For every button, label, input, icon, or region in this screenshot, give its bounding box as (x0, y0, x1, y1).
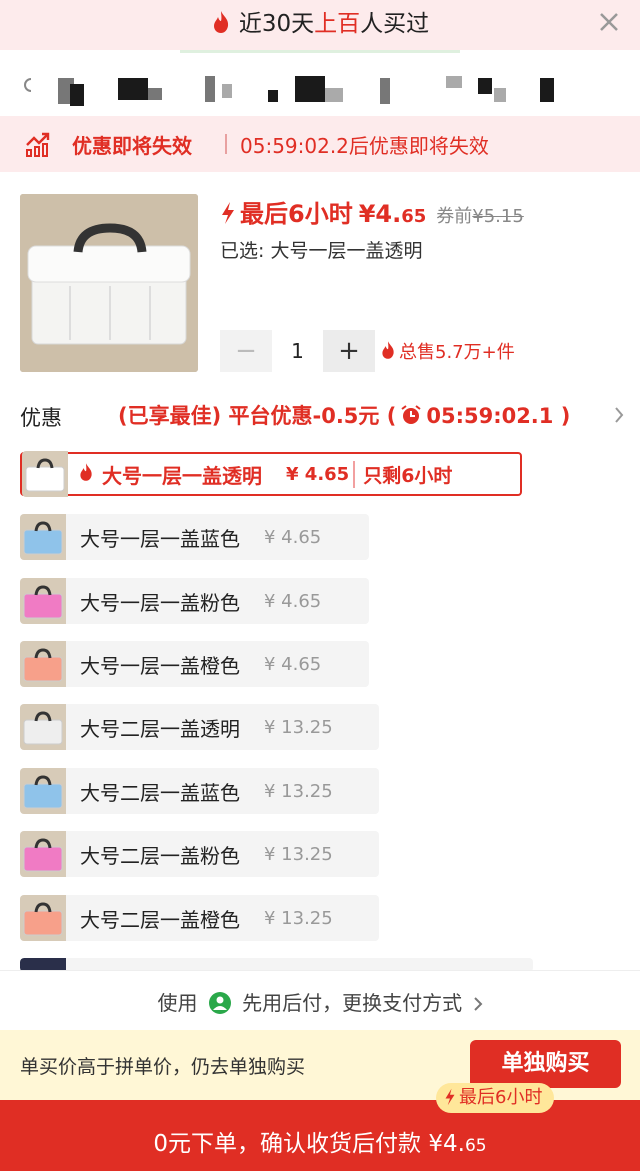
price-before-coupon: 券前¥5.15 (436, 206, 524, 227)
decrease-button[interactable]: − (220, 330, 272, 372)
variant-price: ¥ 13.25 (264, 780, 333, 802)
chevron-right-icon (615, 407, 624, 423)
limited-time-tag: 最后6小时 (436, 1083, 555, 1113)
fire-icon (78, 462, 94, 486)
close-icon[interactable] (598, 11, 620, 33)
loading-bar (180, 50, 460, 53)
divider (225, 134, 227, 154)
variant-thumbnail (22, 451, 68, 497)
redacted-block (268, 90, 278, 102)
variant-thumbnail (20, 895, 66, 941)
banner-title: 近30天上百人买过 (0, 4, 640, 38)
storage-box-image (20, 194, 198, 372)
price-line: 最后6小时 ¥4.65 券前¥5.15 (220, 194, 524, 229)
fire-icon (213, 11, 228, 33)
redacted-block (118, 78, 148, 100)
chevron-right-icon (473, 997, 482, 1011)
fire-icon (382, 341, 394, 359)
address-row[interactable] (0, 58, 640, 116)
variant-thumbnail (20, 704, 66, 750)
lightning-icon (222, 202, 234, 224)
remaining-time-label: 只剩6小时 (353, 460, 464, 488)
expiry-label: 优惠即将失效 (72, 134, 192, 158)
redacted-block (70, 84, 84, 106)
redacted-block (446, 76, 462, 88)
redacted-block (148, 88, 162, 100)
quantity-value[interactable]: 1 (272, 330, 323, 372)
discount-label: 优惠 (20, 406, 62, 430)
redacted-block (222, 84, 232, 98)
variant-option[interactable]: 大号二层一盖橙色 ¥ 13.25 (20, 895, 379, 941)
alarm-clock-icon (401, 405, 421, 424)
variant-thumbnail (20, 768, 66, 814)
variant-price: ¥ 4.65 (286, 463, 350, 485)
variant-option[interactable]: 大号二层一盖蓝色 ¥ 13.25 (20, 768, 379, 814)
variant-price: ¥ 4.65 (264, 590, 322, 612)
product-image[interactable] (20, 194, 198, 372)
location-icon (24, 78, 32, 92)
variant-name: 大号二层一盖蓝色 (80, 780, 240, 805)
redacted-block (295, 76, 325, 102)
variant-thumbnail (20, 514, 66, 560)
lightning-icon (445, 1088, 455, 1106)
variant-name: 大号二层一盖透明 (80, 716, 240, 741)
quantity-stepper: − 1 + (220, 330, 375, 372)
variant-name: 大号一层一盖粉色 (80, 590, 240, 615)
discount-row[interactable]: 优惠 (已享最佳) 平台优惠-0.5元 ( 05:59:02.1 ) (0, 390, 640, 440)
offer-expiry-banner: 优惠即将失效 05:59:02.2后优惠即将失效 (0, 116, 640, 172)
banner-highlight: 上百 (314, 11, 361, 37)
variant-name: 大号一层一盖橙色 (80, 653, 240, 678)
redacted-block (380, 78, 390, 104)
discount-value: (已享最佳) 平台优惠-0.5元 ( 05:59:02.1 ) (118, 404, 571, 428)
variant-price: ¥ 13.25 (264, 716, 333, 738)
variant-option[interactable]: 大号一层一盖橙色 ¥ 4.65 (20, 641, 369, 687)
pay-later-badge-icon (208, 992, 231, 1014)
variant-name: 大号一层一盖透明 (102, 463, 262, 488)
confirm-order-label: 0元下单，确认收货后付款 ¥4.65 (153, 1131, 487, 1157)
redacted-block (325, 88, 343, 102)
variant-option[interactable]: 大号一层一盖透明 ¥ 4.65 只剩6小时 (20, 451, 522, 497)
variant-option[interactable]: 大号一层一盖蓝色 ¥ 4.65 (20, 514, 369, 560)
variant-name: 大号二层一盖橙色 (80, 907, 240, 932)
payment-method-row[interactable]: 使用 先用后付，更换支付方式 (0, 970, 640, 1028)
trend-up-icon (26, 132, 50, 157)
single-buy-hint: 单买价高于拼单价，仍去单独购买 (20, 1056, 306, 1078)
increase-button[interactable]: + (323, 330, 375, 372)
expiry-countdown: 05:59:02.2后优惠即将失效 (240, 134, 489, 158)
variant-option[interactable]: 大号二层一盖粉色 ¥ 13.25 (20, 831, 379, 877)
redacted-block (478, 78, 492, 94)
buy-alone-button[interactable]: 单独购买 (470, 1040, 621, 1088)
social-proof-banner: 近30天上百人买过 (0, 0, 640, 53)
variant-option[interactable]: 大号二层一盖透明 ¥ 13.25 (20, 704, 379, 750)
variant-price: ¥ 4.65 (264, 653, 322, 675)
payment-hint: 使用 先用后付，更换支付方式 (0, 987, 640, 1016)
redacted-block (205, 76, 215, 102)
selected-variant: 已选: 大号一层一盖透明 (220, 240, 423, 262)
variant-thumbnail (20, 831, 66, 877)
variant-price: ¥ 13.25 (264, 907, 333, 929)
variant-option[interactable]: 大号一层一盖粉色 ¥ 4.65 (20, 578, 369, 624)
variant-name: 大号二层一盖粉色 (80, 843, 240, 868)
sales-count: 总售5.7万+件 (380, 338, 515, 364)
variant-price: ¥ 4.65 (264, 526, 322, 548)
checkout-sheet: 近30天上百人买过 优惠即将失效 05:59:02.2后优惠即将失效 最后6小时… (0, 0, 640, 1171)
variant-thumbnail (20, 641, 66, 687)
variant-price: ¥ 13.25 (264, 843, 333, 865)
redacted-block (494, 88, 506, 102)
redacted-block (540, 78, 554, 102)
variant-thumbnail (20, 578, 66, 624)
variant-name: 大号一层一盖蓝色 (80, 526, 240, 551)
